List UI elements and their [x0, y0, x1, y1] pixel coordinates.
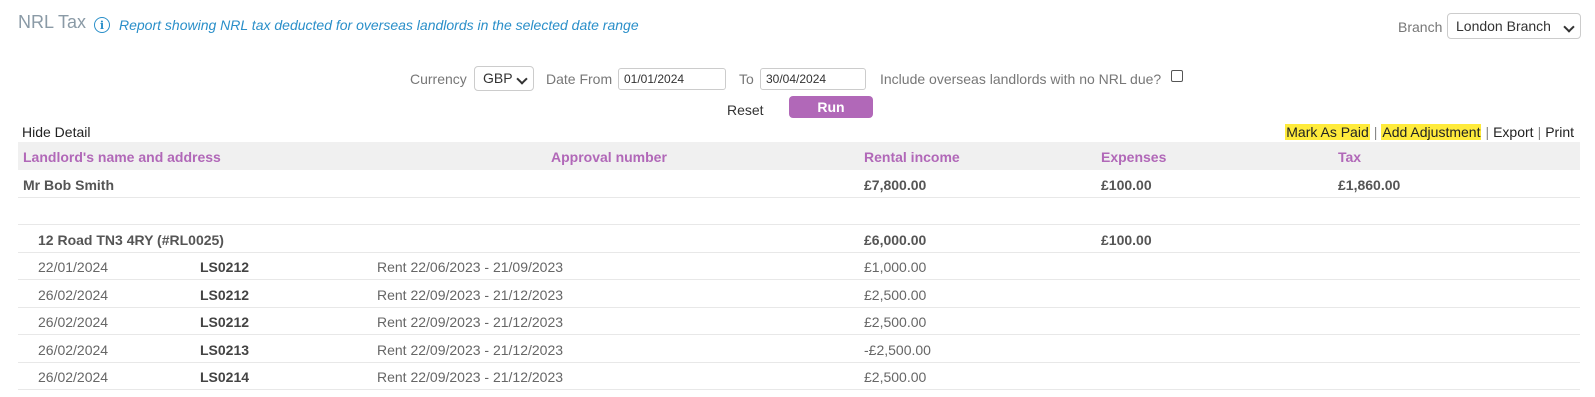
- property-row: 12 Road TN3 4RY (#RL0025) £6,000.00 £100…: [18, 226, 1580, 253]
- column-header-approval-number: Approval number: [551, 149, 667, 165]
- property-rental-income: £6,000.00: [864, 232, 927, 248]
- transaction-code[interactable]: LS0212: [200, 287, 249, 303]
- transaction-date: 26/02/2024: [38, 369, 109, 385]
- info-icon: i: [94, 17, 110, 33]
- chevron-down-icon: [1563, 21, 1575, 33]
- include-no-nrl-label: Include overseas landlords with no NRL d…: [880, 71, 1162, 87]
- report-actions: Mark As Paid | Add Adjustment | Export | Print: [1285, 124, 1574, 140]
- transaction-code[interactable]: LS0212: [200, 259, 249, 275]
- landlord-name: Mr Bob Smith: [23, 177, 114, 193]
- column-header-landlord: Landlord's name and address: [23, 149, 221, 165]
- export-link[interactable]: Export: [1493, 124, 1533, 140]
- property-address: 12 Road TN3 4RY (#RL0025): [38, 232, 224, 248]
- column-header-rental-income: Rental income: [864, 149, 960, 165]
- currency-select-value: GBP: [483, 70, 513, 86]
- table-row: 26/02/2024 LS0214 Rent 22/09/2023 - 21/1…: [18, 363, 1580, 390]
- landlord-tax: £1,860.00: [1338, 177, 1401, 193]
- transaction-date: 26/02/2024: [38, 314, 109, 330]
- landlord-rental-income: £7,800.00: [864, 177, 927, 193]
- transaction-description: Rent 22/09/2023 - 21/12/2023: [377, 287, 564, 303]
- transaction-description: Rent 22/09/2023 - 21/12/2023: [377, 314, 564, 330]
- transaction-code[interactable]: LS0214: [200, 369, 249, 385]
- mark-as-paid-link[interactable]: Mark As Paid: [1285, 124, 1370, 140]
- transaction-description: Rent 22/09/2023 - 21/12/2023: [377, 369, 564, 385]
- separator: |: [1485, 124, 1490, 140]
- spacer-row: [18, 198, 1580, 225]
- date-from-label: Date From: [546, 71, 613, 87]
- transaction-amount: £1,000.00: [864, 259, 927, 275]
- transaction-date: 26/02/2024: [38, 342, 109, 358]
- landlord-row: Mr Bob Smith £7,800.00 £100.00 £1,860.00: [18, 171, 1580, 198]
- transaction-date: 22/01/2024: [38, 259, 109, 275]
- table-header: Landlord's name and address Approval num…: [18, 142, 1580, 170]
- column-header-expenses: Expenses: [1101, 149, 1167, 165]
- date-to-label: To: [739, 71, 754, 87]
- table-row: 26/02/2024 LS0213 Rent 22/09/2023 - 21/1…: [18, 336, 1580, 363]
- reset-button[interactable]: Reset: [727, 102, 764, 118]
- date-from-input[interactable]: 01/01/2024: [618, 68, 726, 90]
- table-row: 26/02/2024 LS0212 Rent 22/09/2023 - 21/1…: [18, 308, 1580, 335]
- column-header-tax: Tax: [1338, 149, 1362, 165]
- run-button[interactable]: Run: [789, 96, 873, 118]
- transaction-code[interactable]: LS0213: [200, 342, 249, 358]
- transaction-date: 26/02/2024: [38, 287, 109, 303]
- transaction-amount: £2,500.00: [864, 287, 927, 303]
- transaction-amount: £2,500.00: [864, 369, 927, 385]
- currency-label: Currency: [410, 71, 467, 87]
- transaction-description: Rent 22/09/2023 - 21/12/2023: [377, 342, 564, 358]
- transaction-amount: £2,500.00: [864, 314, 927, 330]
- branch-label: Branch: [1398, 19, 1443, 35]
- chevron-down-icon: [516, 73, 528, 85]
- date-to-input[interactable]: 30/04/2024: [760, 68, 866, 90]
- page-title: NRL Tax: [18, 12, 87, 32]
- print-link[interactable]: Print: [1545, 124, 1574, 140]
- landlord-expenses: £100.00: [1101, 177, 1152, 193]
- property-expenses: £100.00: [1101, 232, 1152, 248]
- table-row: 26/02/2024 LS0212 Rent 22/09/2023 - 21/1…: [18, 281, 1580, 308]
- branch-select[interactable]: London Branch: [1447, 13, 1581, 39]
- separator: |: [1373, 124, 1378, 140]
- hide-detail-link[interactable]: Hide Detail: [22, 124, 90, 140]
- add-adjustment-link[interactable]: Add Adjustment: [1381, 124, 1482, 140]
- transaction-amount: -£2,500.00: [864, 342, 931, 358]
- separator: |: [1537, 124, 1542, 140]
- transaction-description: Rent 22/06/2023 - 21/09/2023: [377, 259, 564, 275]
- report-description: Report showing NRL tax deducted for over…: [119, 17, 639, 33]
- include-no-nrl-checkbox[interactable]: [1171, 70, 1183, 82]
- branch-select-value: London Branch: [1456, 18, 1551, 34]
- transaction-code[interactable]: LS0212: [200, 314, 249, 330]
- table-row: 22/01/2024 LS0212 Rent 22/06/2023 - 21/0…: [18, 253, 1580, 280]
- currency-select[interactable]: GBP: [474, 66, 534, 91]
